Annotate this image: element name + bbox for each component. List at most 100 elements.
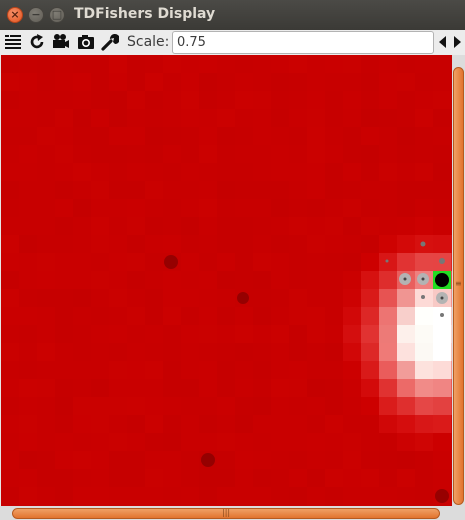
grid-cell — [181, 361, 199, 379]
grid-cell — [109, 91, 127, 109]
grid-cell — [235, 415, 253, 433]
grid-cell — [199, 289, 217, 307]
grid-cell — [343, 181, 361, 199]
grid-cell — [361, 73, 379, 91]
grid-cell — [289, 379, 307, 397]
grid-cell — [109, 253, 127, 271]
grid-cell — [361, 199, 379, 217]
grid-cell — [379, 73, 397, 91]
grid-cell — [397, 451, 415, 469]
grid-cell — [235, 397, 253, 415]
grid-cell — [325, 415, 343, 433]
minimize-window-button[interactable]: − — [28, 7, 44, 23]
grid-cell — [217, 343, 235, 361]
grid-cell — [271, 91, 289, 109]
marker-dot — [440, 296, 444, 300]
grid-cell — [181, 181, 199, 199]
grid-cell — [19, 235, 37, 253]
grid-cell — [199, 91, 217, 109]
grid-cell — [253, 487, 271, 505]
grid-cell — [163, 433, 181, 451]
grid-cell — [343, 271, 361, 289]
grid-cell — [199, 163, 217, 181]
grid-cell — [127, 253, 145, 271]
grid-cell — [343, 469, 361, 487]
grid-cell — [271, 343, 289, 361]
grid-cell — [289, 217, 307, 235]
grid-cell — [217, 289, 235, 307]
grid-cell — [289, 91, 307, 109]
grid-cell — [19, 253, 37, 271]
grid-cell — [19, 163, 37, 181]
left-right-arrows-icon[interactable] — [438, 34, 462, 50]
maximize-window-button[interactable]: □ — [49, 7, 65, 23]
grid-cell — [433, 109, 451, 127]
grid-cell — [217, 325, 235, 343]
vertical-scrollbar[interactable]: ≡ — [452, 55, 465, 506]
grid-cell — [1, 73, 19, 91]
grid-cell — [145, 469, 163, 487]
grid-cell — [91, 235, 109, 253]
display-canvas[interactable] — [1, 55, 452, 506]
grid-cell — [253, 163, 271, 181]
grid-cell — [163, 127, 181, 145]
grid-cell — [253, 433, 271, 451]
grid-cell — [361, 235, 379, 253]
grid-cell — [217, 163, 235, 181]
grid-cell — [415, 451, 433, 469]
close-window-button[interactable]: × — [7, 7, 23, 23]
grid-cell — [397, 379, 415, 397]
grid-cell — [235, 127, 253, 145]
grid-cell — [253, 55, 271, 73]
grid-cell — [127, 235, 145, 253]
grid-cell — [343, 109, 361, 127]
grid-cell — [199, 253, 217, 271]
grid-cell — [415, 415, 433, 433]
grid-cell — [181, 451, 199, 469]
grid-cell — [145, 379, 163, 397]
grid-cell — [415, 91, 433, 109]
wrench-icon[interactable] — [101, 33, 119, 51]
menu-icon[interactable] — [4, 33, 22, 51]
grid-cell — [55, 433, 73, 451]
grid-cell — [199, 361, 217, 379]
grid-cell — [343, 73, 361, 91]
grid-cell — [163, 163, 181, 181]
grid-cell — [343, 55, 361, 73]
camera-icon[interactable] — [77, 33, 95, 51]
grid-cell — [307, 163, 325, 181]
grid-cell — [217, 253, 235, 271]
grid-cell — [253, 235, 271, 253]
refresh-icon[interactable] — [28, 33, 46, 51]
grid-cell — [307, 271, 325, 289]
grid-cell — [271, 361, 289, 379]
grid-cell — [73, 199, 91, 217]
grid-cell — [19, 181, 37, 199]
grid-cell — [397, 217, 415, 235]
grid-cell — [325, 109, 343, 127]
grid-cell — [271, 289, 289, 307]
grid-cell — [217, 487, 235, 505]
grid-cell — [1, 181, 19, 199]
grid-cell — [379, 91, 397, 109]
grid-cell — [379, 397, 397, 415]
grid-cell — [1, 451, 19, 469]
grid-cell — [91, 325, 109, 343]
marker — [439, 258, 445, 264]
video-camera-icon[interactable] — [52, 33, 70, 51]
scale-input[interactable]: 0.75 — [172, 31, 434, 54]
grid-cell — [19, 451, 37, 469]
grid-cell — [73, 451, 91, 469]
grid-cell — [199, 343, 217, 361]
horizontal-scrollbar[interactable]: ||| — [0, 506, 465, 520]
grid-cell — [109, 487, 127, 505]
grid-cell — [181, 127, 199, 145]
grid-cell — [253, 217, 271, 235]
grid-cell — [361, 361, 379, 379]
grid-cell — [199, 379, 217, 397]
grid-cell — [109, 127, 127, 145]
grid-cell — [307, 379, 325, 397]
grid-cell — [415, 145, 433, 163]
grid-cell — [361, 271, 379, 289]
grid-cell — [163, 181, 181, 199]
